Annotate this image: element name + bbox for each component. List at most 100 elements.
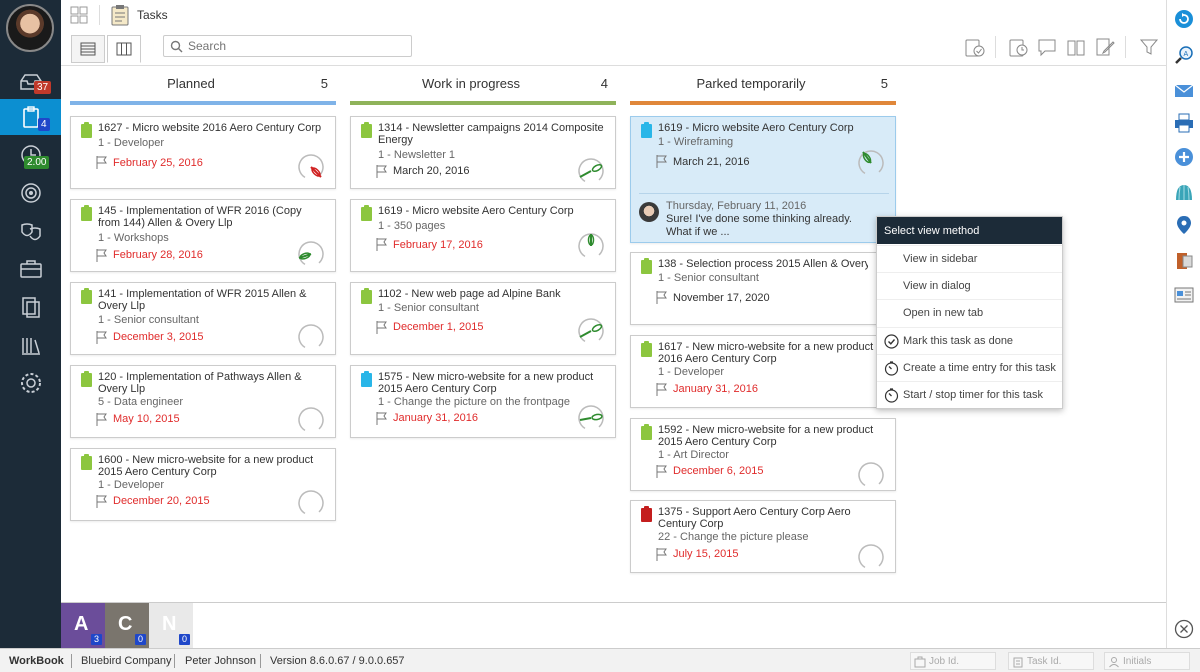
task-card[interactable]: 141 - Implementation of WFR 2015 Allen &… bbox=[70, 282, 336, 355]
menu-create-time-entry[interactable]: Create a time entry for this task bbox=[877, 354, 1062, 381]
task-card[interactable]: 1375 - Support Aero Century Corp Aero Ce… bbox=[630, 500, 896, 573]
check-circle-icon bbox=[884, 334, 899, 349]
target-icon bbox=[20, 183, 41, 203]
user-tile[interactable]: N 0 bbox=[149, 603, 193, 648]
person-icon bbox=[1109, 657, 1119, 668]
column-name: Work in progress bbox=[421, 76, 520, 91]
book-icon[interactable] bbox=[1065, 36, 1087, 58]
clipboard-icon bbox=[361, 205, 372, 221]
task-title: 1619 - Micro website Aero Century Corp bbox=[658, 122, 854, 134]
nav-target[interactable] bbox=[0, 175, 61, 211]
user-avatar[interactable] bbox=[6, 4, 54, 52]
nav-time[interactable]: 2.00 bbox=[0, 137, 61, 173]
id-card-icon[interactable] bbox=[1173, 284, 1195, 306]
task-card[interactable]: 1592 - New micro-website for a new produ… bbox=[630, 418, 896, 491]
context-menu-title: Select view method bbox=[877, 217, 1062, 244]
search-address-icon[interactable]: A bbox=[1173, 44, 1195, 66]
edit-document-icon[interactable] bbox=[1094, 36, 1116, 58]
filter-icon[interactable] bbox=[1138, 36, 1160, 58]
exit-door-icon[interactable] bbox=[1173, 250, 1195, 272]
task-due-date: July 15, 2015 bbox=[673, 548, 739, 560]
task-card[interactable]: 1617 - New micro-website for a new produ… bbox=[630, 335, 896, 408]
task-card[interactable]: 145 - Implementation of WFR 2016 (Copy f… bbox=[70, 199, 336, 272]
clipboard-clock-icon[interactable] bbox=[1007, 36, 1029, 58]
menu-view-in-dialog[interactable]: View in dialog bbox=[877, 272, 1062, 299]
initials-field[interactable]: Initials bbox=[1104, 652, 1190, 670]
nav-briefcase[interactable] bbox=[0, 251, 61, 287]
board-view-button[interactable] bbox=[107, 35, 141, 63]
flag-icon bbox=[656, 291, 667, 304]
nav-inbox[interactable]: 37 bbox=[0, 64, 61, 100]
columns-icon bbox=[116, 42, 132, 56]
user-tile[interactable]: C 0 bbox=[105, 603, 149, 648]
user-count-badge: 3 bbox=[90, 634, 102, 645]
task-sub: 1 - Developer bbox=[98, 479, 165, 491]
refresh-icon[interactable] bbox=[1173, 8, 1195, 30]
menu-start-stop-timer[interactable]: Start / stop timer for this task bbox=[877, 381, 1062, 408]
task-card-selected[interactable]: 1619 - Micro website Aero Century Corp 1… bbox=[630, 116, 896, 243]
printer-icon[interactable] bbox=[1173, 112, 1195, 134]
search-box[interactable] bbox=[163, 35, 412, 57]
tasks-badge: 4 bbox=[38, 118, 50, 131]
column-header-parked: Parked temporarily 5 bbox=[630, 76, 896, 96]
menu-mark-done[interactable]: Mark this task as done bbox=[877, 327, 1062, 354]
add-circle-icon[interactable] bbox=[1173, 146, 1195, 168]
status-user: Peter Johnson bbox=[185, 655, 256, 667]
menu-open-in-new-tab[interactable]: Open in new tab bbox=[877, 299, 1062, 326]
list-view-button[interactable] bbox=[71, 35, 105, 63]
task-card[interactable]: 120 - Implementation of Pathways Allen &… bbox=[70, 365, 336, 438]
task-title: 1627 - Micro website 2016 Aero Century C… bbox=[98, 122, 322, 134]
status-version: Version 8.6.0.67 / 9.0.0.657 bbox=[270, 655, 405, 667]
task-id-placeholder: Task Id. bbox=[1027, 656, 1062, 667]
nav-settings[interactable] bbox=[0, 365, 61, 401]
progress-gauge-icon bbox=[858, 462, 884, 488]
map-pin-icon[interactable] bbox=[1173, 214, 1195, 236]
task-title: 1575 - New micro-website for a new produ… bbox=[378, 371, 594, 395]
menu-view-in-sidebar[interactable]: View in sidebar bbox=[877, 245, 1062, 272]
divider bbox=[71, 654, 72, 668]
user-tile[interactable]: A 3 bbox=[61, 603, 105, 648]
job-id-placeholder: Job Id. bbox=[929, 656, 960, 667]
app-grid-icon[interactable] bbox=[69, 5, 89, 25]
nav-reports[interactable] bbox=[0, 289, 61, 325]
task-card[interactable]: 138 - Selection process 2015 Allen & Ove… bbox=[630, 252, 896, 325]
initials-placeholder: Initials bbox=[1123, 656, 1152, 667]
task-sub: 1 - Senior consultant bbox=[658, 272, 759, 284]
task-title: 1619 - Micro website Aero Century Corp bbox=[378, 205, 574, 217]
task-card[interactable]: 1619 - Micro website Aero Century Corp 1… bbox=[350, 199, 616, 272]
task-card[interactable]: 1627 - Micro website 2016 Aero Century C… bbox=[70, 116, 336, 189]
job-icon bbox=[914, 656, 926, 668]
nav-library[interactable] bbox=[0, 327, 61, 363]
search-input[interactable] bbox=[188, 38, 408, 54]
task-due-date: March 20, 2016 bbox=[393, 165, 470, 177]
task-title: 145 - Implementation of WFR 2016 (Copy f… bbox=[98, 205, 302, 229]
job-id-field[interactable]: Job Id. bbox=[910, 652, 996, 670]
clipboard-icon bbox=[641, 424, 652, 440]
task-due-date: December 1, 2015 bbox=[393, 321, 484, 333]
task-card[interactable]: 1102 - New web page ad Alpine Bank 1 - S… bbox=[350, 282, 616, 355]
user-initial: A bbox=[74, 613, 89, 635]
close-circle-icon[interactable] bbox=[1173, 618, 1195, 640]
nav-masks[interactable] bbox=[0, 214, 61, 250]
comment-text: Sure! I've done some thinking already. W… bbox=[666, 213, 852, 238]
task-card[interactable]: 1600 - New micro-website for a new produ… bbox=[70, 448, 336, 521]
task-title: 120 - Implementation of Pathways Allen &… bbox=[98, 371, 302, 395]
divider bbox=[99, 5, 100, 25]
column-color-bar bbox=[70, 101, 336, 105]
task-card[interactable]: 1575 - New micro-website for a new produ… bbox=[350, 365, 616, 438]
task-sub: 1 - Senior consultant bbox=[378, 302, 479, 314]
task-id-field[interactable]: Task Id. bbox=[1008, 652, 1094, 670]
dome-icon[interactable] bbox=[1173, 181, 1195, 203]
nav-tasks[interactable]: 4 bbox=[0, 99, 61, 135]
task-card[interactable]: 1314 - Newsletter campaigns 2014 Composi… bbox=[350, 116, 616, 189]
clipboard-check-icon[interactable] bbox=[963, 36, 985, 58]
task-sub: 1 - 350 pages bbox=[378, 220, 446, 232]
task-title: 1592 - New micro-website for a new produ… bbox=[658, 424, 874, 448]
mail-icon[interactable] bbox=[1173, 80, 1195, 102]
status-bar: WorkBook Bluebird Company Peter Johnson … bbox=[0, 648, 1200, 672]
clipboard-icon bbox=[641, 122, 652, 138]
task-due-date: December 20, 2015 bbox=[113, 495, 210, 507]
right-sidebar: A bbox=[1166, 0, 1200, 648]
comment-icon[interactable] bbox=[1036, 36, 1058, 58]
clipboard-icon bbox=[81, 205, 92, 221]
